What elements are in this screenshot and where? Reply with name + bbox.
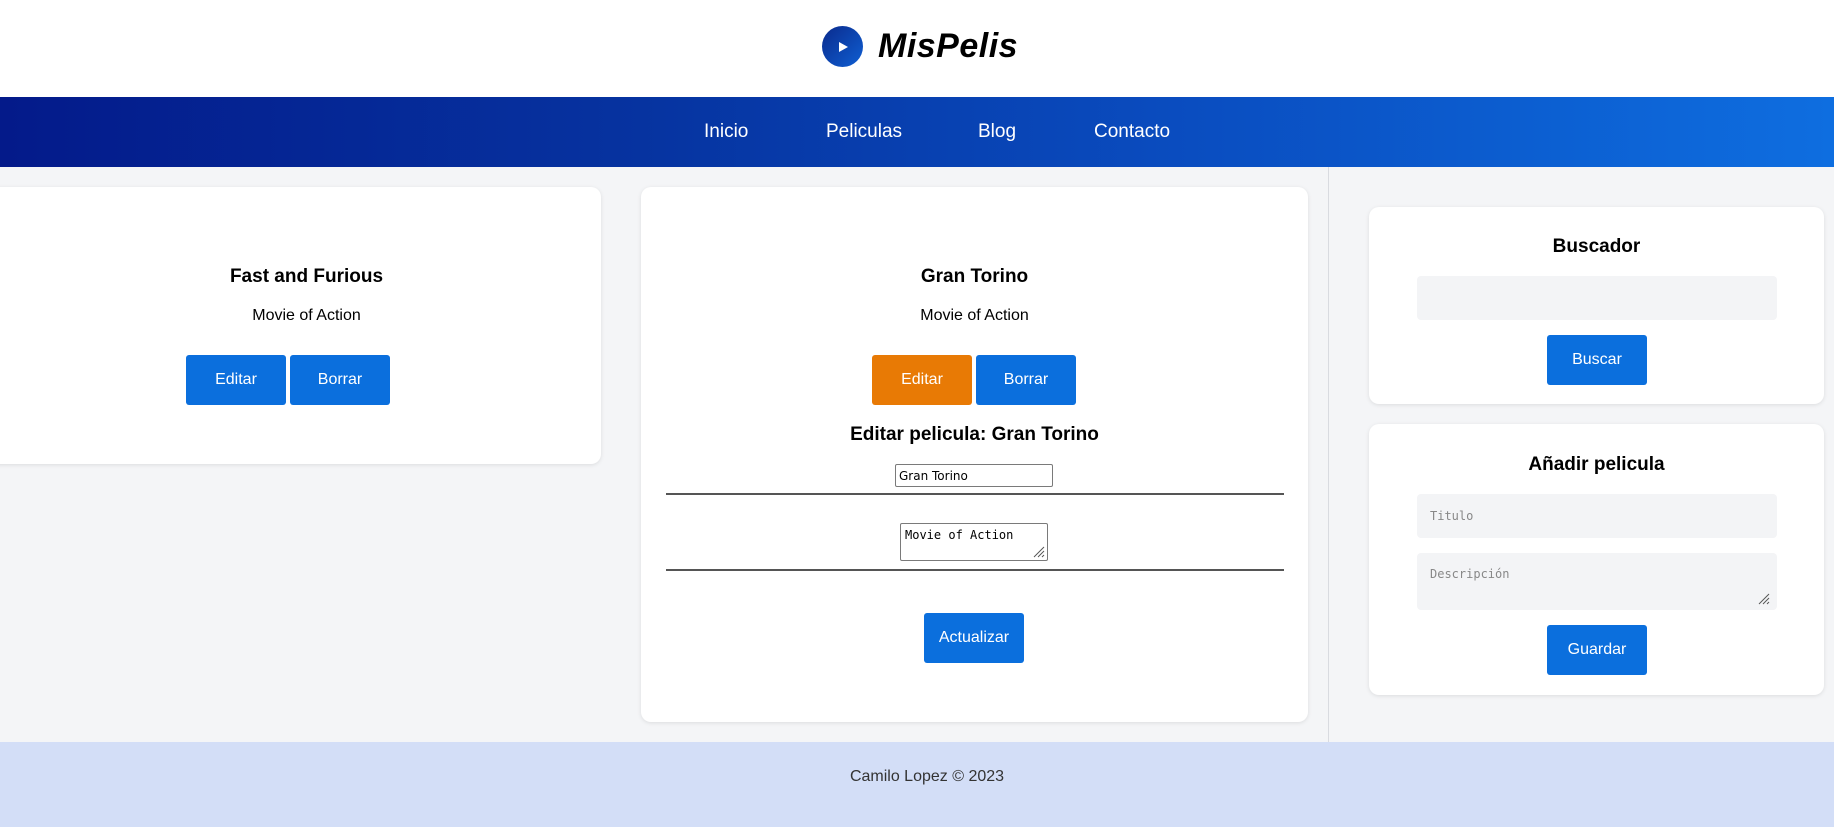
nav-item-inicio[interactable]: Inicio <box>704 97 748 167</box>
edit-title-input[interactable] <box>895 464 1053 487</box>
search-input[interactable] <box>1417 276 1777 320</box>
divider <box>666 569 1284 571</box>
footer-copyright: Camilo Lopez © 2023 <box>849 768 1005 785</box>
play-icon <box>822 26 863 67</box>
nav-item-peliculas[interactable]: Peliculas <box>826 97 902 167</box>
divider <box>666 493 1284 495</box>
edit-button[interactable]: Editar <box>872 355 972 405</box>
delete-button[interactable]: Borrar <box>290 355 390 405</box>
site-footer: Camilo Lopez © 2023 <box>0 742 1834 827</box>
search-card: Buscador Buscar <box>1369 207 1824 404</box>
movie-card: Gran Torino Movie of Action Editar Borra… <box>641 187 1308 722</box>
movie-title: Fast and Furious <box>229 266 384 287</box>
description-input[interactable] <box>1417 553 1777 610</box>
edit-form-heading: Editar pelicula: Gran Torino <box>850 424 1099 445</box>
site-header: MisPelis <box>0 0 1834 97</box>
logo[interactable]: MisPelis <box>822 26 1018 67</box>
nav-item-contacto[interactable]: Contacto <box>1094 97 1170 167</box>
edit-description-input[interactable]: Movie of Action <box>900 523 1048 561</box>
movie-description: Movie of Action <box>252 307 361 324</box>
update-button[interactable]: Actualizar <box>924 613 1024 663</box>
save-button[interactable]: Guardar <box>1547 625 1647 675</box>
title-input[interactable] <box>1417 494 1777 538</box>
brand-name: MisPelis <box>878 27 1019 65</box>
nav-item-blog[interactable]: Blog <box>978 97 1016 167</box>
add-movie-heading: Añadir pelicula <box>1528 454 1665 475</box>
main-nav: Inicio Peliculas Blog Contacto <box>0 97 1834 167</box>
add-movie-card: Añadir pelicula Guardar <box>1369 424 1824 695</box>
sidebar-divider <box>1328 167 1329 742</box>
movie-description: Movie of Action <box>920 307 1029 324</box>
search-button[interactable]: Buscar <box>1547 335 1647 385</box>
movie-card: Fast and Furious Movie of Action Editar … <box>0 187 601 464</box>
resize-grip-icon[interactable] <box>1756 591 1770 605</box>
search-heading: Buscador <box>1552 236 1641 257</box>
edit-button[interactable]: Editar <box>186 355 286 405</box>
delete-button[interactable]: Borrar <box>976 355 1076 405</box>
resize-grip-icon[interactable] <box>1031 544 1045 558</box>
movie-title: Gran Torino <box>920 266 1029 287</box>
